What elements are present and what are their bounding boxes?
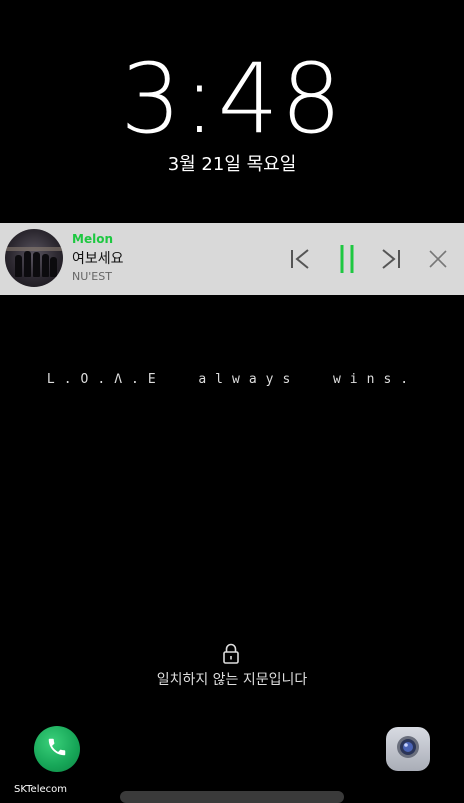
media-song-title: 여보세요 bbox=[72, 251, 124, 267]
carrier-label: SKTelecom bbox=[14, 784, 67, 795]
skip-previous-icon[interactable] bbox=[286, 242, 314, 276]
pause-icon[interactable] bbox=[333, 242, 361, 276]
phone-shortcut-button[interactable] bbox=[34, 726, 80, 772]
phone-icon bbox=[46, 736, 68, 762]
navigation-handle[interactable] bbox=[120, 791, 344, 803]
camera-icon bbox=[393, 732, 423, 766]
media-app-name: Melon bbox=[72, 232, 113, 246]
lockscreen-message: L.O.Λ.E always wins. bbox=[46, 372, 418, 387]
lock-icon bbox=[222, 643, 240, 665]
fingerprint-error-message: 일치하지 않는 지문입니다 bbox=[156, 672, 308, 688]
media-artist: NU'EST bbox=[72, 270, 112, 283]
album-art[interactable] bbox=[5, 229, 63, 287]
clock-date: 3월 21일 목요일 bbox=[167, 154, 297, 175]
skip-next-icon[interactable] bbox=[377, 242, 405, 276]
close-icon[interactable] bbox=[424, 242, 452, 276]
camera-shortcut-button[interactable] bbox=[386, 727, 430, 771]
clock-time: 3:48 bbox=[120, 43, 344, 155]
